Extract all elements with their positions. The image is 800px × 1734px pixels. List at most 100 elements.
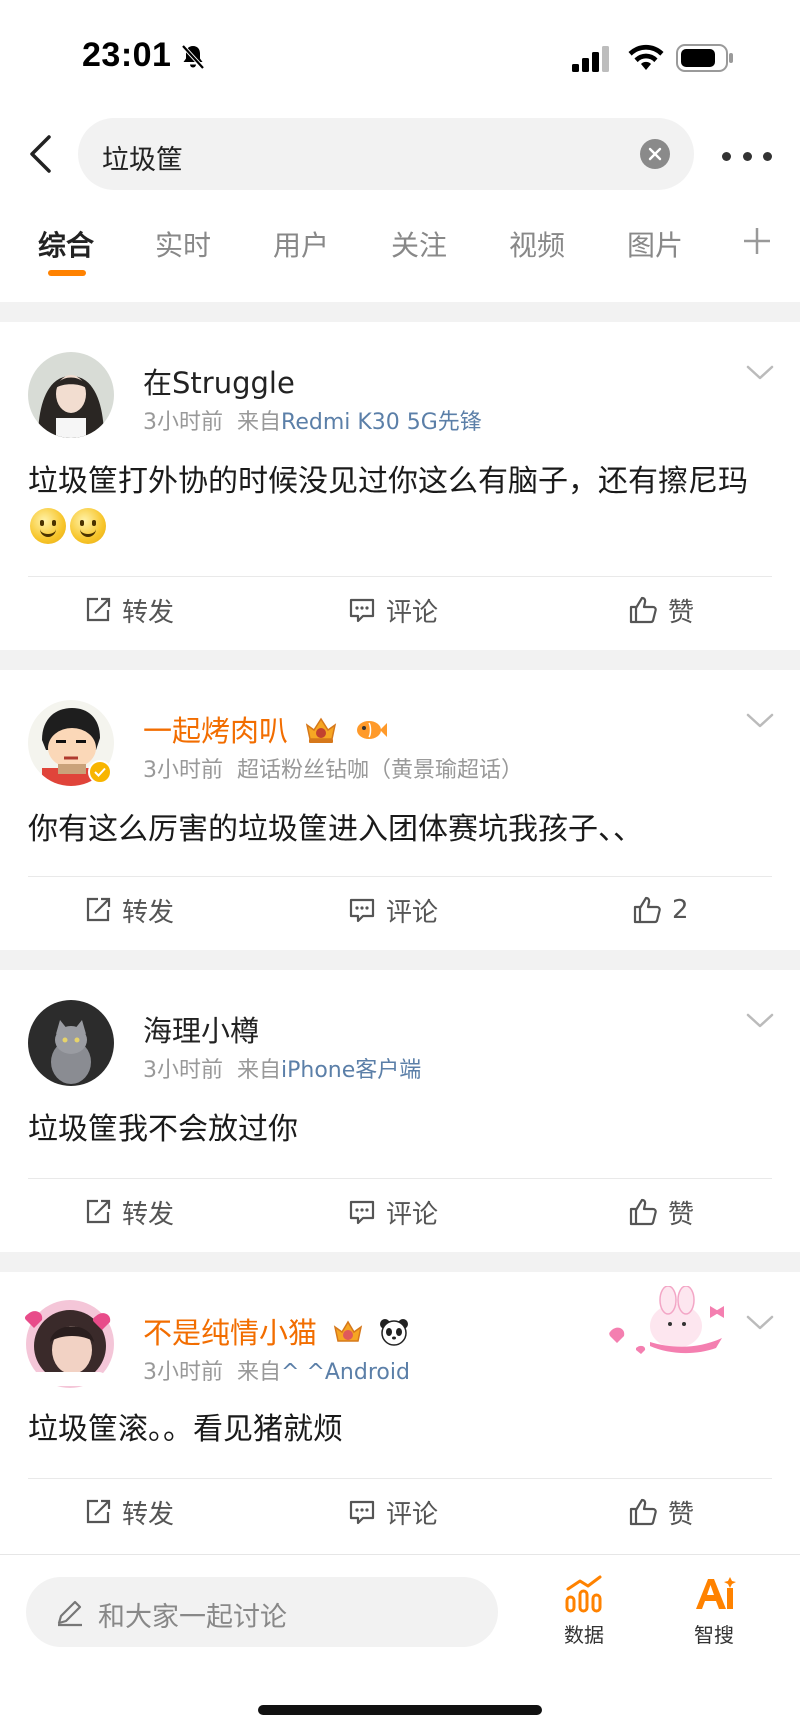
smile-emoji-icon bbox=[30, 508, 66, 544]
cellular-signal-icon bbox=[572, 46, 609, 72]
tab-comprehensive[interactable]: 综合 bbox=[38, 224, 94, 264]
post-source[interactable]: Redmi K30 5G先锋 bbox=[281, 410, 482, 435]
bar-chart-icon bbox=[565, 1575, 602, 1613]
close-icon bbox=[648, 147, 662, 161]
more-options-button[interactable] bbox=[722, 136, 772, 176]
bottom-bar: 和大家一起讨论 数据 智搜 bbox=[0, 1554, 800, 1734]
repost-button[interactable]: 转发 bbox=[84, 1494, 174, 1530]
thumbs-up-icon bbox=[629, 1198, 657, 1226]
fish-badge-icon bbox=[357, 721, 388, 739]
post-meta: 3小时前 来自iPhone客户端 bbox=[143, 1052, 421, 1084]
section-divider bbox=[0, 302, 800, 322]
ai-search-button[interactable]: 智搜 bbox=[674, 1575, 754, 1665]
post-meta: 3小时前 来自^ ^Android bbox=[143, 1354, 410, 1386]
divider bbox=[28, 576, 772, 577]
post-source[interactable]: 超话粉丝钻咖（黄景瑜超话） bbox=[237, 758, 523, 783]
clear-search-button[interactable] bbox=[640, 139, 670, 169]
battery-icon bbox=[676, 44, 733, 72]
repost-button[interactable]: 转发 bbox=[84, 892, 174, 928]
source-prefix: 来自 bbox=[237, 410, 282, 435]
search-header: 垃圾筐 bbox=[0, 110, 800, 200]
divider bbox=[28, 1478, 772, 1479]
dot-icon bbox=[763, 151, 772, 161]
post-source[interactable]: ^ ^Android bbox=[281, 1360, 410, 1385]
fan-crown-badge-icon bbox=[334, 1320, 363, 1342]
post-text: 你有这么厉害的垃圾筐进入团体赛坑我孩子、、 bbox=[28, 812, 643, 847]
post-actions: 转发 评论 赞 bbox=[0, 1180, 800, 1244]
thumbs-up-icon bbox=[633, 896, 661, 924]
tab-realtime[interactable]: 实时 bbox=[155, 224, 211, 264]
chevron-down-icon[interactable] bbox=[746, 364, 774, 382]
username[interactable]: 一起烤肉叭 bbox=[143, 708, 388, 750]
comment-placeholder: 和大家一起讨论 bbox=[98, 1602, 287, 1633]
comment-button[interactable]: 评论 bbox=[348, 892, 438, 928]
repost-icon bbox=[86, 1499, 111, 1524]
source-prefix: 来自 bbox=[237, 1360, 282, 1385]
username[interactable]: 在Struggle bbox=[143, 360, 295, 402]
chevron-down-icon[interactable] bbox=[746, 1314, 774, 1332]
verified-badge-icon bbox=[88, 760, 112, 784]
chevron-left-icon bbox=[30, 135, 51, 173]
comment-icon bbox=[349, 598, 375, 623]
post-time: 3小时前 bbox=[143, 1058, 223, 1083]
thumbs-up-icon bbox=[629, 1498, 657, 1526]
like-button[interactable]: 2 bbox=[632, 892, 689, 928]
like-count: 2 bbox=[672, 895, 689, 925]
like-button[interactable]: 赞 bbox=[628, 1494, 694, 1530]
section-divider bbox=[0, 950, 800, 970]
tab-following[interactable]: 关注 bbox=[391, 224, 447, 264]
dot-icon bbox=[722, 151, 731, 161]
comment-input[interactable]: 和大家一起讨论 bbox=[26, 1577, 498, 1647]
tab-users[interactable]: 用户 bbox=[273, 224, 329, 264]
panda-badge-icon bbox=[380, 1319, 409, 1346]
repost-button[interactable]: 转发 bbox=[84, 1194, 174, 1230]
username[interactable]: 不是纯情小猫 bbox=[143, 1310, 409, 1352]
search-tabs: 综合 实时 用户 关注 视频 图片 bbox=[0, 210, 800, 282]
bunny-decoration-icon bbox=[609, 1286, 724, 1354]
post-card: 在Struggle 3小时前 来自Redmi K30 5G先锋 垃圾筐打外协的时… bbox=[0, 322, 800, 650]
post-text: 垃圾筐我不会放过你 bbox=[28, 1112, 298, 1147]
like-button[interactable]: 赞 bbox=[628, 1194, 694, 1230]
username[interactable]: 海理小樽 bbox=[143, 1008, 259, 1050]
repost-button[interactable]: 转发 bbox=[84, 592, 174, 628]
post-text: 垃圾筐打外协的时候没见过你这么有脑子，还有擦尼玛 bbox=[28, 458, 772, 552]
status-bar: 23:01 bbox=[0, 0, 800, 110]
post-actions: 转发 评论 赞 bbox=[0, 578, 800, 642]
post-time: 3小时前 bbox=[143, 410, 223, 435]
repost-icon bbox=[86, 1199, 111, 1224]
data-button[interactable]: 数据 bbox=[544, 1575, 624, 1665]
tab-images[interactable]: 图片 bbox=[627, 224, 683, 264]
avatar[interactable] bbox=[22, 1296, 118, 1392]
chevron-down-icon[interactable] bbox=[746, 712, 774, 730]
status-time: 23:01 bbox=[82, 36, 172, 74]
comment-button[interactable]: 评论 bbox=[348, 1494, 438, 1530]
post-actions: 转发 评论 2 bbox=[0, 878, 800, 942]
avatar[interactable] bbox=[28, 352, 114, 438]
thumbs-up-icon bbox=[629, 596, 657, 624]
post-card: 一起烤肉叭 3小时前 超话粉丝钻咖（黄景瑜超话） 你有这么厉害的垃圾筐进入团体赛… bbox=[0, 670, 800, 950]
back-button[interactable] bbox=[20, 126, 60, 182]
search-query: 垃圾筐 bbox=[102, 145, 183, 176]
wifi-icon bbox=[628, 44, 664, 70]
home-indicator[interactable] bbox=[258, 1705, 542, 1715]
chevron-down-icon[interactable] bbox=[746, 1012, 774, 1030]
post-time: 3小时前 bbox=[143, 1360, 223, 1385]
comment-button[interactable]: 评论 bbox=[348, 592, 438, 628]
tab-video[interactable]: 视频 bbox=[509, 224, 565, 264]
repost-icon bbox=[86, 597, 111, 622]
comment-icon bbox=[349, 1500, 375, 1525]
divider bbox=[28, 876, 772, 877]
post-source[interactable]: iPhone客户端 bbox=[281, 1058, 421, 1083]
active-tab-indicator bbox=[48, 270, 86, 276]
search-input[interactable]: 垃圾筐 bbox=[78, 118, 694, 190]
post-card: 不是纯情小猫 3小时前 来自^ ^Android 垃圾筐滚。。看见猪就烦 转发 … bbox=[0, 1272, 800, 1554]
pencil-icon bbox=[57, 1600, 82, 1627]
ai-search-icon bbox=[696, 1577, 736, 1609]
post-meta: 3小时前 超话粉丝钻咖（黄景瑜超话） bbox=[143, 752, 523, 784]
like-button[interactable]: 赞 bbox=[628, 592, 694, 628]
avatar[interactable] bbox=[28, 1000, 114, 1086]
add-tab-icon[interactable] bbox=[742, 226, 772, 256]
comment-button[interactable]: 评论 bbox=[348, 1194, 438, 1230]
fan-crown-badge-icon bbox=[306, 717, 337, 743]
post-actions: 转发 评论 赞 bbox=[0, 1480, 800, 1544]
